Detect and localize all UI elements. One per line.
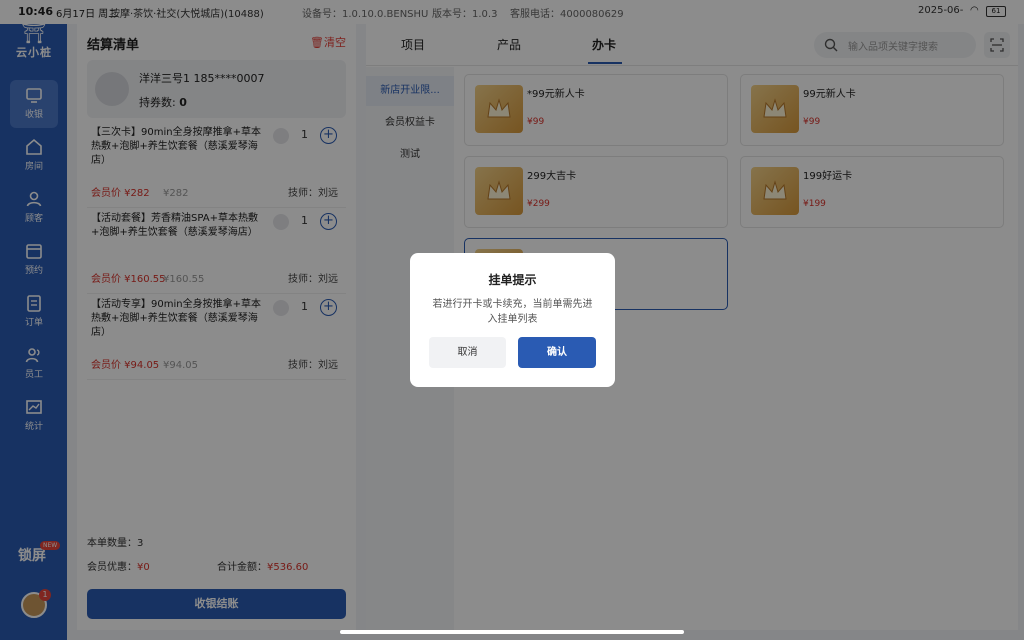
cancel-button[interactable]: 取消 — [429, 337, 506, 368]
dialog-message: 若进行开卡或卡续充，当前单需先进入挂单列表 — [432, 299, 593, 325]
confirm-button[interactable]: 确认 — [518, 337, 596, 368]
home-indicator[interactable] — [340, 630, 684, 634]
hold-order-dialog: 挂单提示 若进行开卡或卡续充，当前单需先进入挂单列表 取消 确认 — [410, 253, 615, 387]
dialog-title: 挂单提示 — [488, 273, 537, 287]
